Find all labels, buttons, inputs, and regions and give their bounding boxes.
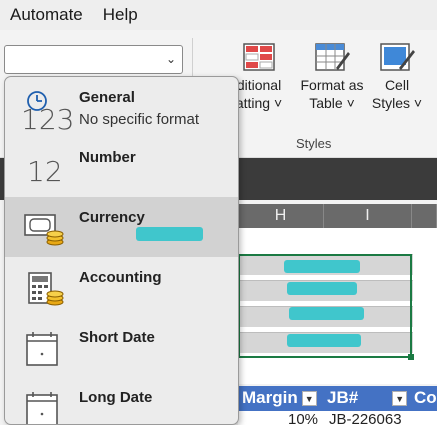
cell-jb[interactable]: JB-226063 — [329, 411, 402, 425]
format-option-accounting[interactable]: Accounting — [5, 257, 238, 317]
table-header-jb[interactable]: JB# ▼ — [327, 388, 408, 408]
format-option-title: Currency — [79, 209, 145, 226]
currency-icon — [19, 209, 69, 249]
general-123-icon: 123 — [19, 89, 74, 136]
number-12-icon: 12 — [19, 149, 69, 189]
fill-handle[interactable] — [408, 354, 414, 360]
format-as-table-icon — [315, 43, 350, 71]
format-option-subtitle: No specific format — [79, 111, 200, 128]
table-header-jb-label: JB# — [327, 388, 359, 407]
format-option-long-date[interactable]: Long Date — [5, 377, 238, 424]
redaction-mark — [284, 260, 360, 273]
short-date-icon — [19, 329, 69, 369]
menu-bar: Automate Help — [0, 0, 437, 30]
redaction-mark — [287, 334, 361, 347]
styles-group-label: Styles — [296, 136, 332, 151]
menu-automate[interactable]: Automate — [0, 5, 93, 25]
number-format-dropdown[interactable]: ⌄ — [4, 45, 183, 74]
cell-styles-icon — [380, 43, 415, 71]
column-header-i[interactable]: I — [324, 204, 412, 228]
filter-dropdown-icon[interactable]: ▼ — [392, 390, 408, 406]
cell-styles-button[interactable]: Cell Styles ˅ — [370, 42, 424, 112]
redaction-mark — [289, 307, 364, 320]
filter-dropdown-icon[interactable]: ▼ — [301, 390, 317, 406]
long-date-icon — [19, 389, 69, 424]
format-option-title: Long Date — [79, 389, 153, 406]
column-header-h[interactable]: H — [238, 204, 324, 228]
accounting-icon — [19, 269, 69, 309]
format-as-table-button[interactable]: Format as Table ˅ — [297, 42, 367, 112]
redaction-mark — [287, 282, 357, 295]
table-row[interactable]: 10% JB-226063 — [238, 411, 437, 425]
table-header-margin[interactable]: Margin ▼ — [242, 388, 317, 408]
format-option-short-date[interactable]: Short Date — [5, 317, 238, 377]
chevron-down-icon: ⌄ — [165, 52, 176, 66]
format-option-title: Number — [79, 149, 136, 166]
format-option-general[interactable]: 123 General No specific format — [5, 77, 238, 137]
table-header-margin-label: Margin — [242, 388, 298, 407]
cell-styles-label-2: Styles ˅ — [371, 95, 423, 111]
menu-help[interactable]: Help — [93, 5, 148, 25]
general-icon-digits: 123 — [21, 103, 75, 136]
cell-styles-label-1: Cell — [384, 77, 410, 93]
redaction-mark — [136, 227, 203, 241]
format-as-table-label-1: Format as — [300, 77, 364, 93]
format-option-title: Accounting — [79, 269, 162, 286]
number-icon-digits: 12 — [27, 155, 63, 188]
conditional-formatting-icon — [243, 43, 275, 71]
cell-margin[interactable]: 10% — [288, 411, 318, 425]
table-header-co-label: Co — [414, 388, 437, 407]
column-header-next[interactable] — [412, 204, 437, 228]
format-option-title: Short Date — [79, 329, 155, 346]
number-format-menu: 123 General No specific format 12 Number… — [4, 76, 239, 425]
table-header-row: Margin ▼ JB# ▼ Co — [238, 386, 437, 411]
format-option-number[interactable]: 12 Number — [5, 137, 238, 197]
table-header-co[interactable]: Co — [414, 388, 437, 408]
format-option-title: General — [79, 89, 135, 106]
format-option-currency[interactable]: Currency — [5, 197, 238, 257]
format-as-table-label-2: Table ˅ — [309, 95, 355, 111]
